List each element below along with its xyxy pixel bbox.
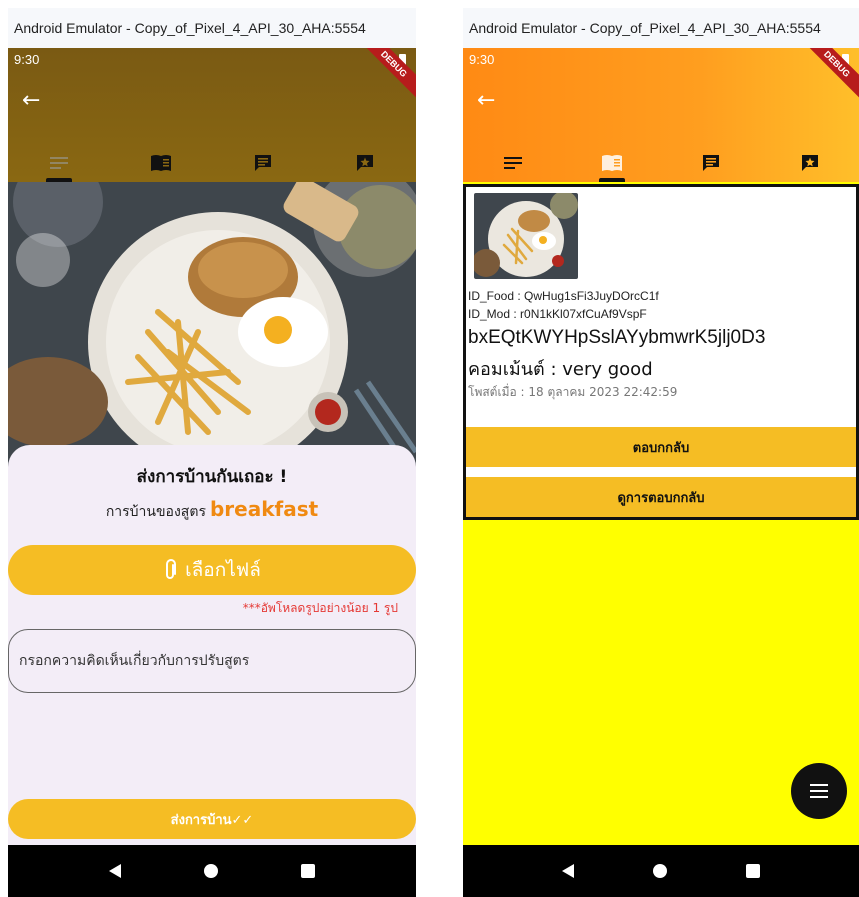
- debug-banner: DEBUG: [800, 48, 859, 101]
- tab-add-comment[interactable]: [314, 144, 416, 182]
- system-nav-bar: [463, 845, 859, 897]
- tab-bar: [8, 144, 416, 182]
- nav-back-icon[interactable]: [562, 864, 575, 878]
- sheet-title: ส่งการบ้านกันเถอะ !: [136, 467, 288, 487]
- tab-recipe[interactable]: [110, 144, 212, 182]
- user-id: bxEQtKWYHpSslAYybmwrK5jlj0D3: [468, 327, 766, 348]
- food-photo-illustration: [8, 182, 416, 482]
- system-nav-bar: [8, 845, 416, 897]
- post-date: โพสต์เมื่อ : 18 ตุลาคม 2023 22:42:59: [468, 385, 678, 399]
- tab-bar: [463, 144, 859, 182]
- reply-button[interactable]: ตอบกกลับ: [466, 427, 856, 467]
- bookmark-button[interactable]: [16, 233, 70, 287]
- emulator-window-right: Android Emulator - Copy_of_Pixel_4_API_3…: [463, 8, 859, 897]
- nav-recent-icon[interactable]: [300, 864, 315, 878]
- emulator-window-left: Android Emulator - Copy_of_Pixel_4_API_3…: [8, 8, 416, 897]
- notes-icon: [50, 157, 68, 169]
- id-mod: ID_Mod : r0N1kKl07xfCuAf9VspF: [468, 307, 647, 321]
- tab-add-comment[interactable]: [760, 144, 859, 182]
- tab-description[interactable]: [463, 144, 562, 182]
- window-title: Android Emulator - Copy_of_Pixel_4_API_3…: [8, 8, 416, 48]
- thumbnail-illustration: [474, 193, 578, 279]
- homework-meta: ID_Food : QwHug1sFi3JuyDOrcC1f ID_Mod : …: [468, 287, 856, 401]
- upload-warning: ***อัพโหลดรูปอย่างน้อย 1 รูป: [242, 601, 398, 615]
- id-food: ID_Food : QwHug1sFi3JuyDOrcC1f: [468, 289, 659, 303]
- comment-placeholder: กรอกความคิดเห็นเกี่ยวกับการปรับสูตร: [19, 653, 250, 669]
- tab-comments[interactable]: [661, 144, 760, 182]
- app-bar: 9:30 DEBUG ←: [8, 48, 416, 182]
- back-arrow-icon[interactable]: ←: [22, 88, 40, 113]
- window-title: Android Emulator - Copy_of_Pixel_4_API_3…: [463, 8, 859, 48]
- recipe-prefix: การบ้านของสูตร: [105, 504, 206, 520]
- status-time: 9:30: [14, 52, 40, 67]
- recipe-line: การบ้านของสูตร breakfast: [8, 497, 416, 523]
- homework-sheet: ส่งการบ้านกันเถอะ ! การบ้านของสูตร breakf…: [8, 445, 416, 845]
- nav-recent-icon[interactable]: [745, 864, 760, 878]
- pick-file-label: เลือกไฟล์: [185, 559, 261, 581]
- add-comment-icon: [357, 155, 373, 171]
- tab-comments[interactable]: [212, 144, 314, 182]
- status-time: 9:30: [469, 52, 495, 67]
- view-replies-button[interactable]: ดูการตอบกกลับ: [466, 477, 856, 517]
- paperclip-icon: [166, 559, 177, 579]
- food-photo: [8, 182, 416, 482]
- comment-icon: [702, 155, 719, 171]
- nav-home-icon[interactable]: [203, 864, 218, 878]
- app-screen: 9:30 DEBUG ←: [463, 48, 859, 897]
- comment-icon: [255, 155, 271, 171]
- pick-file-button[interactable]: เลือกไฟล์: [8, 545, 416, 595]
- homework-thumbnail[interactable]: [474, 193, 578, 279]
- nav-home-icon[interactable]: [652, 864, 667, 878]
- add-comment-icon: [801, 155, 818, 171]
- back-arrow-icon[interactable]: ←: [477, 88, 495, 113]
- tab-description[interactable]: [8, 144, 110, 182]
- app-bar: 9:30 DEBUG ←: [463, 48, 859, 182]
- comment-text: คอมเม้นต์ : very good: [468, 359, 653, 380]
- submit-homework-button[interactable]: ส่งการบ้าน✓✓: [8, 799, 416, 839]
- notes-icon: [503, 157, 522, 169]
- book-icon: [151, 155, 171, 171]
- comment-input[interactable]: กรอกความคิดเห็นเกี่ยวกับการปรับสูตร: [8, 629, 416, 693]
- nav-back-icon[interactable]: [109, 864, 122, 878]
- homework-card: ID_Food : QwHug1sFi3JuyDOrcC1f ID_Mod : …: [463, 184, 859, 520]
- book-icon: [601, 155, 622, 171]
- menu-icon: [810, 784, 828, 798]
- app-screen: 9:30 DEBUG ←: [8, 48, 416, 897]
- debug-banner: DEBUG: [357, 48, 416, 101]
- menu-fab[interactable]: [791, 763, 847, 819]
- tab-recipe[interactable]: [562, 144, 661, 182]
- recipe-name: breakfast: [209, 497, 319, 521]
